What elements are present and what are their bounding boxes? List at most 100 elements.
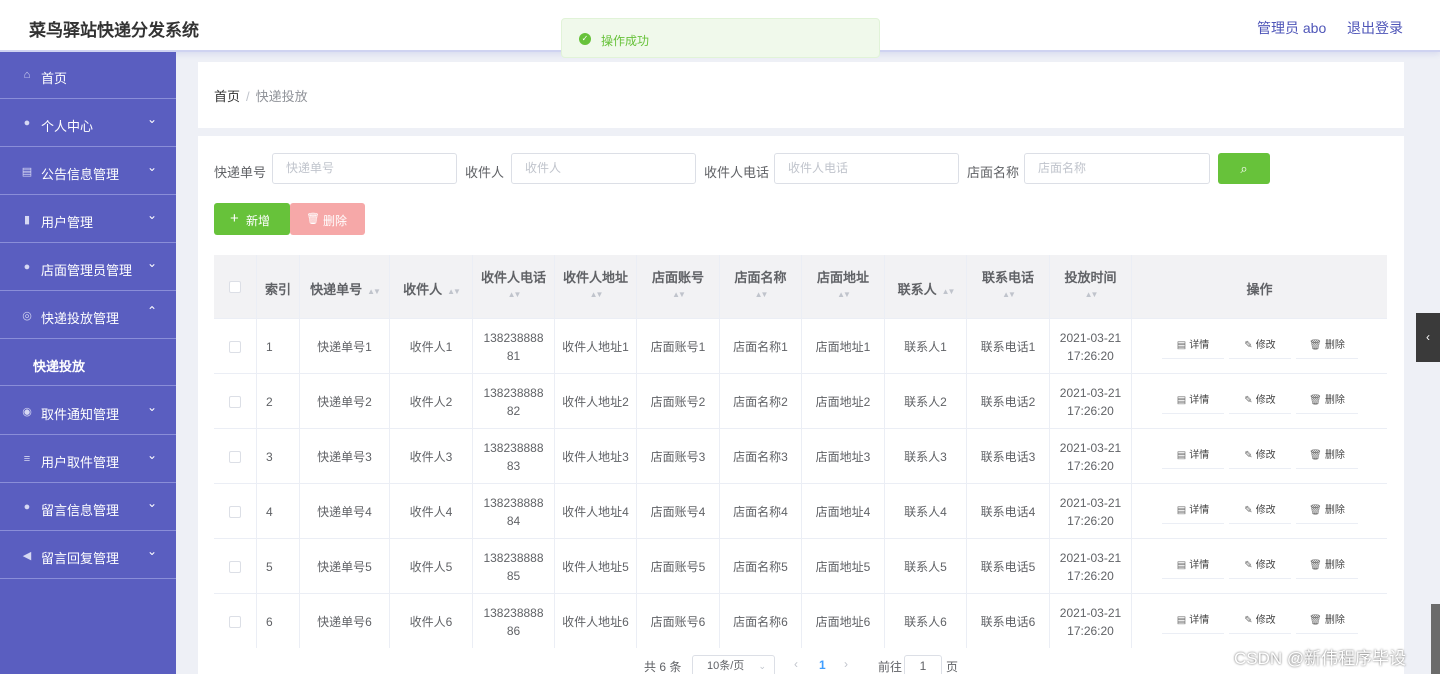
row-checkbox[interactable]: [229, 340, 241, 353]
recipient-label: 收件人: [465, 165, 505, 180]
row-checkbox[interactable]: [229, 395, 241, 408]
detail-button-label: 详情: [1189, 505, 1210, 516]
next-page-button[interactable]: ›: [844, 657, 848, 671]
sidebar-item-5[interactable]: ● 店面管理员管理 ⌄: [0, 244, 176, 291]
edit-button[interactable]: ✎ 修改: [1229, 445, 1291, 469]
sort-icon[interactable]: ▲▼: [802, 290, 884, 299]
sort-icon[interactable]: ▲▼: [637, 290, 719, 299]
detail-button[interactable]: ▤ 详情: [1162, 555, 1224, 579]
column-header[interactable]: 店面账号 ▲▼: [637, 255, 720, 319]
search-button[interactable]: ⌕: [1218, 153, 1270, 184]
delete-button[interactable]: 🗑 删除: [1296, 390, 1358, 414]
column-header-label: 店面账号: [651, 270, 704, 285]
chevron-left-icon: ‹: [1426, 330, 1430, 344]
sort-icon[interactable]: ▲▼: [473, 290, 554, 299]
document-icon: ▤: [1176, 560, 1187, 571]
sidebar-item-6[interactable]: ◎ 快递投放管理 ⌃: [0, 292, 176, 339]
logout-link[interactable]: 退出登录: [1347, 18, 1403, 38]
sidebar: ⌂ 首页 ● 个人中心 ⌄ ▤ 公告信息管理 ⌄ ▮ 用户管理 ⌄ ● 店面管理员管理 ⌄ ◎ 快递投放管理 ⌃…: [0, 52, 176, 674]
sidebar-item-label: 留言回复管理: [41, 551, 120, 566]
column-header[interactable]: 店面地址 ▲▼: [802, 255, 885, 319]
delete-button-label: 删除: [1324, 450, 1345, 461]
column-header[interactable]: 收件人电话 ▲▼: [473, 255, 555, 319]
sidebar-item-9[interactable]: ● 留言信息管理 ⌄: [0, 484, 176, 531]
recipient-input[interactable]: 收件人: [511, 153, 696, 184]
column-header[interactable]: 店面名称 ▲▼: [720, 255, 802, 319]
edit-icon: ✎: [1244, 395, 1253, 406]
table-cell: 快递单号1: [300, 319, 390, 374]
prev-page-button[interactable]: ‹: [794, 657, 798, 671]
row-checkbox[interactable]: [229, 505, 241, 518]
sidebar-item-3[interactable]: ▤ 公告信息管理 ⌄: [0, 148, 176, 195]
table-cell: 店面地址4: [802, 484, 885, 539]
row-checkbox[interactable]: [229, 615, 241, 628]
edit-button[interactable]: ✎ 修改: [1229, 610, 1291, 634]
delete-button[interactable]: 🗑 删除: [1296, 555, 1358, 579]
chevron-down-icon: ⌄: [147, 448, 158, 462]
batch-delete-button[interactable]: 🗑 删除: [290, 203, 365, 235]
breadcrumb-current: 快递投放: [255, 89, 308, 104]
column-header[interactable]: 收件人 ▲▼: [390, 255, 473, 319]
delete-button[interactable]: 🗑 删除: [1296, 335, 1358, 359]
sidebar-item-10[interactable]: ◀ 留言回复管理 ⌄: [0, 532, 176, 579]
sort-icon[interactable]: ▲▼: [447, 287, 461, 296]
edit-button[interactable]: ✎ 修改: [1229, 335, 1291, 359]
delete-button[interactable]: 🗑 删除: [1296, 610, 1358, 634]
delete-button[interactable]: 🗑 删除: [1296, 500, 1358, 524]
tracking-input[interactable]: 快递单号: [272, 153, 457, 184]
column-header[interactable]: 投放时间 ▲▼: [1050, 255, 1132, 319]
breadcrumb-home[interactable]: 首页: [214, 89, 240, 104]
delete-button[interactable]: 🗑 删除: [1296, 445, 1358, 469]
detail-button[interactable]: ▤ 详情: [1162, 390, 1224, 414]
store-input[interactable]: 店面名称: [1024, 153, 1210, 184]
table-cell: 店面地址6: [802, 594, 885, 648]
row-checkbox[interactable]: [229, 560, 241, 573]
sidebar-item-1[interactable]: ⌂ 首页: [0, 52, 176, 99]
sort-icon[interactable]: ▲▼: [720, 290, 801, 299]
column-header[interactable]: 联系人 ▲▼: [885, 255, 967, 319]
table-cell: 联系人6: [885, 594, 967, 648]
sidebar-item-2[interactable]: ● 个人中心 ⌄: [0, 100, 176, 147]
sort-icon[interactable]: ▲▼: [942, 287, 956, 296]
goto-page-input[interactable]: 1: [904, 655, 942, 674]
column-header[interactable]: 收件人地址 ▲▼: [555, 255, 637, 319]
table-cell: 快递单号6: [300, 594, 390, 648]
collapse-tab[interactable]: ‹: [1416, 313, 1440, 362]
sidebar-subitem-active[interactable]: 快递投放: [0, 340, 176, 386]
add-button[interactable]: + 新增: [214, 203, 290, 235]
sidebar-item-7[interactable]: ◉ 取件通知管理 ⌄: [0, 388, 176, 435]
sort-icon[interactable]: ▲▼: [555, 290, 636, 299]
sort-icon[interactable]: ▲▼: [967, 290, 1049, 299]
page-size-select[interactable]: 10条/页 ⌄: [692, 655, 775, 674]
delete-button-label: 删除: [1324, 560, 1345, 571]
table-cell: 收件人地址3: [555, 429, 637, 484]
phone-input[interactable]: 收件人电话: [774, 153, 959, 184]
table-cell: 2021-03-21 17:26:20: [1050, 484, 1132, 539]
sidebar-item-8[interactable]: ≡ 用户取件管理 ⌄: [0, 436, 176, 483]
scrollbar[interactable]: [1431, 604, 1440, 674]
edit-icon: ✎: [1244, 615, 1253, 626]
edit-button[interactable]: ✎ 修改: [1229, 555, 1291, 579]
trash-icon: 🗑: [1309, 450, 1322, 461]
table-cell: 13823888882: [473, 374, 555, 429]
sidebar-item-4[interactable]: ▮ 用户管理 ⌄: [0, 196, 176, 243]
row-checkbox[interactable]: [229, 450, 241, 463]
column-header-label: 收件人电话: [480, 270, 546, 285]
detail-button[interactable]: ▤ 详情: [1162, 610, 1224, 634]
goto-label: 前往: [878, 660, 903, 674]
page-number[interactable]: 1: [819, 658, 826, 672]
edit-button[interactable]: ✎ 修改: [1229, 500, 1291, 524]
sort-icon[interactable]: ▲▼: [1050, 290, 1131, 299]
detail-button[interactable]: ▤ 详情: [1162, 445, 1224, 469]
select-all-checkbox[interactable]: [229, 281, 241, 293]
detail-button[interactable]: ▤ 详情: [1162, 500, 1224, 524]
sort-icon[interactable]: ▲▼: [367, 287, 381, 296]
app-title: 菜鸟驿站快递分发系统: [29, 21, 199, 40]
column-header[interactable]: 快递单号 ▲▼: [300, 255, 390, 319]
edit-button[interactable]: ✎ 修改: [1229, 390, 1291, 414]
detail-button[interactable]: ▤ 详情: [1162, 335, 1224, 359]
table-cell: 收件人地址1: [555, 319, 637, 374]
column-header[interactable]: 联系电话 ▲▼: [967, 255, 1050, 319]
main-panel: 快递单号 快递单号 收件人 收件人 收件人电话 收件人电话 店面名称 店面名称 …: [198, 136, 1404, 674]
search-icon: ⌕: [1240, 161, 1248, 176]
